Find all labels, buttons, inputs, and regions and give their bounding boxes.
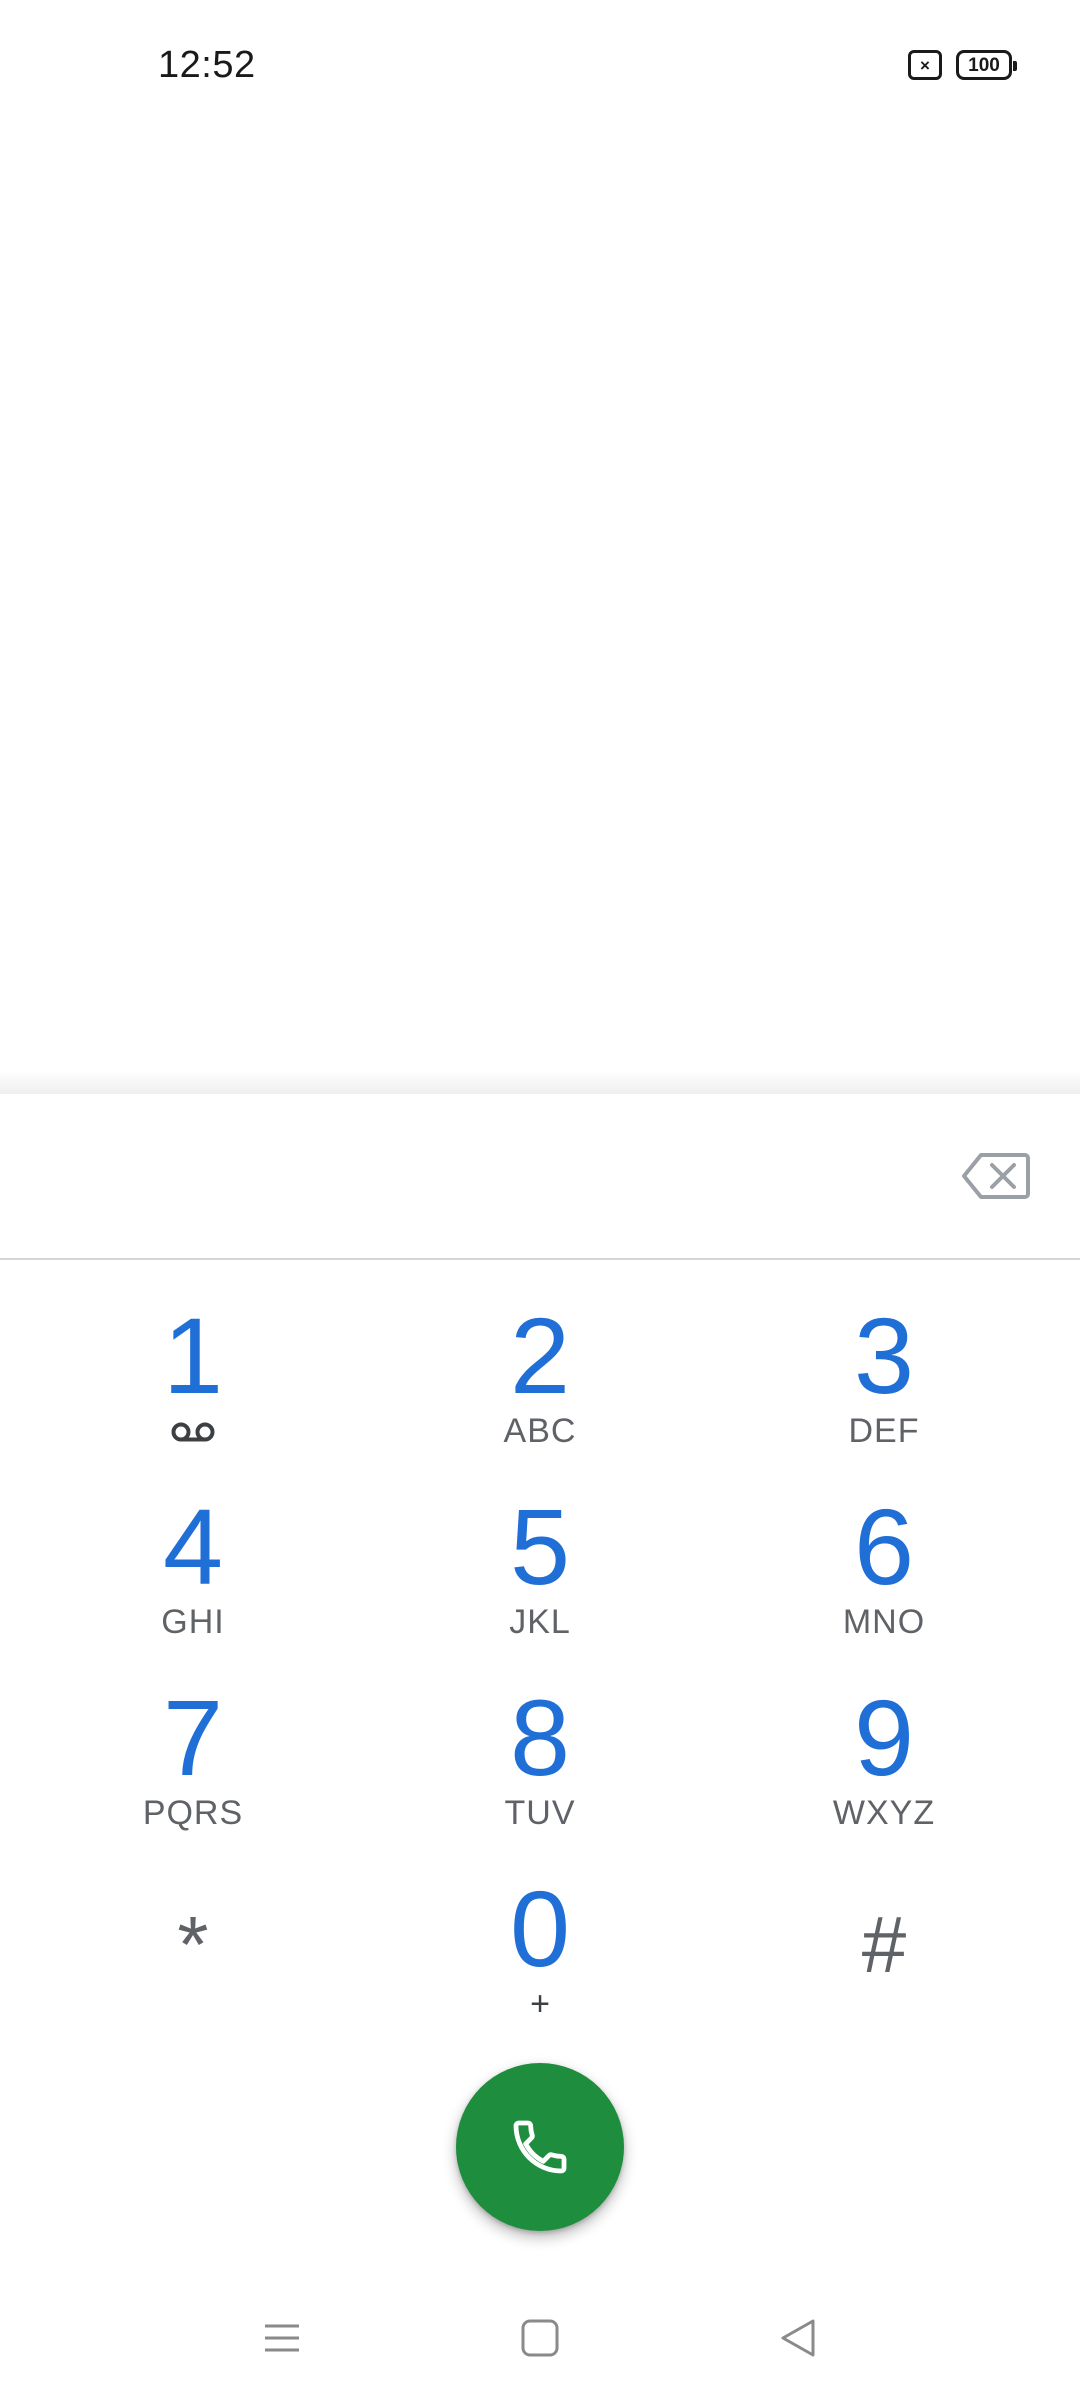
backspace-button[interactable] — [956, 1146, 1036, 1206]
key-letters: GHI — [161, 1603, 225, 1641]
key-digit: 5 — [509, 1486, 571, 1607]
key-letters: ABC — [503, 1412, 577, 1450]
home-button[interactable] — [500, 2298, 580, 2378]
key-letters: MNO — [842, 1603, 926, 1641]
key-digit: 6 — [853, 1486, 915, 1607]
key-letters: + — [530, 1985, 550, 2023]
key-1[interactable]: 1 — [73, 1290, 313, 1460]
content-area — [0, 136, 1080, 1076]
key-2[interactable]: 2 ABC — [420, 1290, 660, 1460]
key-3[interactable]: 3 DEF — [764, 1290, 1004, 1460]
key-letters: JKL — [509, 1603, 571, 1641]
status-time: 12:52 — [158, 44, 256, 86]
key-letters: PQRS — [142, 1794, 244, 1832]
key-letters: WXYZ — [832, 1794, 936, 1832]
key-8[interactable]: 8 TUV — [420, 1672, 660, 1842]
key-4[interactable]: 4 GHI — [73, 1481, 313, 1651]
voicemail-icon — [171, 1422, 215, 1442]
key-letters: DEF — [848, 1412, 920, 1450]
no-sim-icon: × — [908, 50, 942, 80]
key-5[interactable]: 5 JKL — [420, 1481, 660, 1651]
back-button[interactable] — [758, 2298, 838, 2378]
key-digit: 8 — [509, 1677, 571, 1798]
key-letters: TUV — [504, 1794, 576, 1832]
back-icon — [781, 2319, 815, 2357]
sheet-shadow — [0, 1070, 1080, 1096]
home-icon — [521, 2319, 559, 2357]
call-button[interactable] — [456, 2063, 624, 2231]
recent-apps-button[interactable] — [242, 2298, 322, 2378]
phone-icon — [513, 2120, 567, 2174]
key-hash[interactable]: # — [764, 1863, 1004, 2033]
menu-icon — [265, 2324, 299, 2352]
key-9[interactable]: 9 WXYZ — [764, 1672, 1004, 1842]
key-symbol: # — [861, 1900, 907, 1989]
key-digit: 0 — [509, 1868, 571, 1989]
key-0[interactable]: 0 + — [420, 1863, 660, 2033]
status-icons: × 100 — [908, 50, 1017, 80]
key-digit: 9 — [853, 1677, 915, 1798]
dialer-screen: 12:52 × 100 1 2 ABC 3 DEF 4 GHI 5 JKL 6 … — [0, 0, 1080, 2400]
key-digit: 2 — [509, 1295, 571, 1416]
key-6[interactable]: 6 MNO — [764, 1481, 1004, 1651]
battery-level: 100 — [968, 54, 1000, 76]
key-star[interactable]: * — [73, 1863, 313, 2033]
battery-icon: 100 — [956, 50, 1017, 80]
status-bar: 12:52 × 100 — [0, 0, 1080, 136]
key-7[interactable]: 7 PQRS — [73, 1672, 313, 1842]
key-digit: 7 — [162, 1677, 224, 1798]
key-digit: 4 — [162, 1486, 224, 1607]
key-digit: 3 — [853, 1295, 915, 1416]
backspace-icon — [962, 1153, 1030, 1199]
key-digit: 1 — [162, 1295, 224, 1416]
key-symbol: * — [177, 1900, 209, 1989]
navigation-bar — [0, 2270, 1080, 2400]
number-field[interactable] — [0, 1094, 1080, 1260]
